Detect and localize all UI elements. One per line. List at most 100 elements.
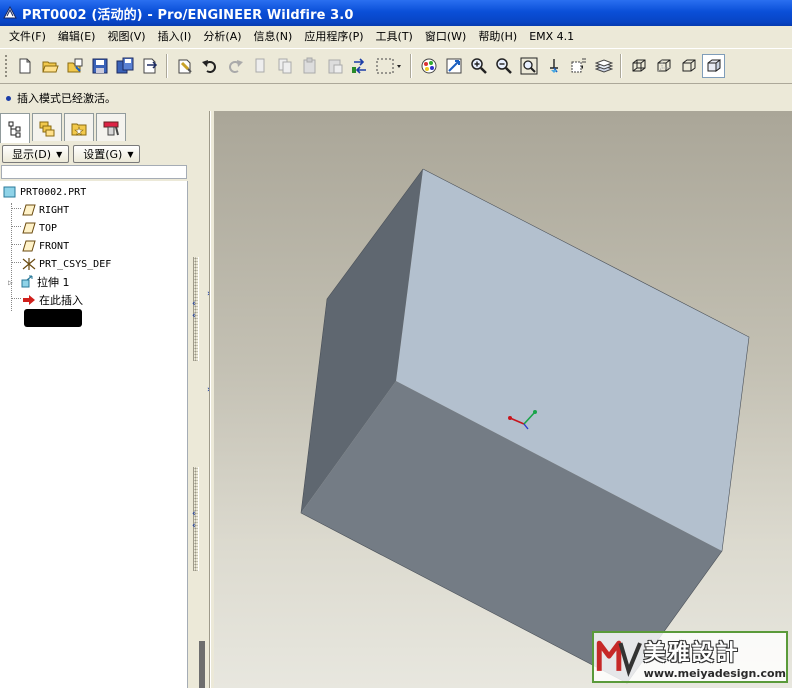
menu-info[interactable]: 信息(N) bbox=[248, 26, 299, 48]
collapse-left-icon[interactable]: ‹ bbox=[192, 299, 196, 309]
menu-edit[interactable]: 编辑(E) bbox=[52, 26, 102, 48]
cut-icon[interactable] bbox=[248, 54, 271, 78]
tree-item-label: 拉伸 1 bbox=[37, 276, 70, 289]
menu-view[interactable]: 视图(V) bbox=[101, 26, 151, 48]
tree-item-label: TOP bbox=[39, 222, 58, 234]
toolbar-grip[interactable] bbox=[4, 54, 8, 78]
connections-icon[interactable] bbox=[96, 113, 126, 141]
csys-icon bbox=[22, 257, 36, 271]
tree-filter-field[interactable] bbox=[1, 165, 187, 179]
save-copy-icon[interactable] bbox=[113, 54, 136, 78]
folder-browser-icon[interactable] bbox=[32, 113, 62, 141]
expand-arrow-icon[interactable]: ▷ bbox=[8, 278, 20, 287]
settings-dropdown[interactable]: 设置(G) ▼ bbox=[73, 145, 141, 163]
splitter-grip[interactable] bbox=[193, 467, 199, 571]
insert-arrow-icon bbox=[22, 293, 36, 307]
tree-item-label: PRT_CSYS_DEF bbox=[39, 258, 112, 270]
tree-item-label: 在此插入 bbox=[39, 294, 83, 307]
extrude-icon bbox=[20, 275, 34, 289]
spin-center-icon[interactable] bbox=[542, 54, 565, 78]
menu-window[interactable]: 窗口(W) bbox=[419, 26, 472, 48]
paste-icon[interactable] bbox=[298, 54, 321, 78]
paste-special-icon[interactable] bbox=[323, 54, 346, 78]
redo-icon[interactable] bbox=[223, 54, 246, 78]
datum-plane-icon bbox=[22, 239, 36, 253]
tree-item-label: RIGHT bbox=[39, 204, 70, 216]
splitter-divider bbox=[209, 111, 211, 688]
tree-item-front[interactable]: FRONT bbox=[22, 237, 69, 255]
redacted-item bbox=[24, 309, 82, 327]
zoom-out-icon[interactable] bbox=[492, 54, 515, 78]
open-folder-icon[interactable] bbox=[63, 54, 86, 78]
app-icon bbox=[3, 5, 17, 19]
show-dropdown[interactable]: 显示(D) ▼ bbox=[2, 145, 70, 163]
collapse-left-icon[interactable]: ‹ bbox=[192, 521, 196, 531]
copy-icon[interactable] bbox=[273, 54, 296, 78]
menu-tools[interactable]: 工具(T) bbox=[370, 26, 419, 48]
splitter-grip[interactable] bbox=[193, 257, 199, 361]
tree-connector bbox=[11, 226, 21, 227]
tree-item-right[interactable]: RIGHT bbox=[22, 201, 69, 219]
datum-plane-icon bbox=[22, 203, 36, 217]
navigator-tabs bbox=[0, 113, 128, 143]
menu-insert[interactable]: 插入(I) bbox=[152, 26, 198, 48]
repaint-icon[interactable] bbox=[348, 54, 371, 78]
graphics-window[interactable] bbox=[214, 111, 792, 688]
model-tree: PRT0002.PRT RIGHT TOP FRONT PRT_CSYS_DEF… bbox=[0, 181, 188, 688]
menu-help[interactable]: 帮助(H) bbox=[472, 26, 523, 48]
no-hidden-icon[interactable] bbox=[677, 54, 700, 78]
tree-item-top[interactable]: TOP bbox=[22, 219, 57, 237]
open-icon[interactable] bbox=[38, 54, 61, 78]
model-tree-icon[interactable] bbox=[0, 113, 30, 143]
menu-file[interactable]: 文件(F) bbox=[3, 26, 52, 48]
tree-connector bbox=[11, 244, 21, 245]
menu-bar: 文件(F) 编辑(E) 视图(V) 插入(I) 分析(A) 信息(N) 应用程序… bbox=[0, 26, 792, 48]
tree-item-root[interactable]: PRT0002.PRT bbox=[3, 183, 86, 201]
toolbar-separator bbox=[410, 54, 412, 78]
zoom-in-icon[interactable] bbox=[467, 54, 490, 78]
tree-connector bbox=[11, 298, 21, 299]
collapse-left-icon[interactable]: ‹ bbox=[192, 311, 196, 321]
tree-connector bbox=[11, 208, 21, 209]
window-title: PRT0002 (活动的) - Pro/ENGINEER Wildfire 3.… bbox=[22, 7, 354, 23]
tree-item-insert-here[interactable]: 在此插入 bbox=[22, 291, 83, 309]
datum-plane-icon bbox=[22, 221, 36, 235]
orient-icon[interactable] bbox=[442, 54, 465, 78]
appearance-icon[interactable] bbox=[417, 54, 440, 78]
toolbar-separator bbox=[620, 54, 622, 78]
favorites-icon[interactable] bbox=[64, 113, 94, 141]
menu-applications[interactable]: 应用程序(P) bbox=[298, 26, 369, 48]
main-toolbar bbox=[0, 48, 792, 84]
layers-icon[interactable] bbox=[592, 54, 615, 78]
refit-icon[interactable] bbox=[517, 54, 540, 78]
message-area: 插入模式已经激活。 bbox=[0, 85, 792, 111]
message-bullet-icon bbox=[6, 95, 11, 101]
wireframe-icon[interactable] bbox=[627, 54, 650, 78]
panel-splitter[interactable]: ‹ ‹ ‹ ‹ › › bbox=[188, 111, 214, 688]
backup-icon[interactable] bbox=[138, 54, 161, 78]
watermark-cn: 美雅設計 bbox=[643, 640, 740, 666]
title-bar[interactable]: PRT0002 (活动的) - Pro/ENGINEER Wildfire 3.… bbox=[0, 0, 792, 26]
part-icon bbox=[3, 185, 17, 199]
menu-analysis[interactable]: 分析(A) bbox=[197, 26, 247, 48]
hidden-line-icon[interactable] bbox=[652, 54, 675, 78]
meiya-logo-icon bbox=[596, 640, 642, 677]
scroll-thumb[interactable] bbox=[199, 641, 205, 688]
view-manager-icon[interactable] bbox=[567, 54, 590, 78]
tree-controls: 显示(D) ▼ 设置(G) ▼ bbox=[0, 143, 188, 165]
tree-connector bbox=[11, 262, 21, 263]
watermark-url: www.meiyadesign.com bbox=[643, 666, 786, 680]
regenerate-icon[interactable] bbox=[173, 54, 196, 78]
collapse-left-icon[interactable]: ‹ bbox=[192, 509, 196, 519]
selection-box-icon[interactable] bbox=[373, 54, 405, 78]
tree-item-extrude[interactable]: ▷ 拉伸 1 bbox=[8, 273, 70, 291]
shading-icon[interactable] bbox=[702, 54, 725, 78]
menu-emx[interactable]: EMX 4.1 bbox=[523, 26, 580, 48]
chevron-down-icon: ▼ bbox=[127, 149, 134, 159]
new-icon[interactable] bbox=[13, 54, 36, 78]
status-message: 插入模式已经激活。 bbox=[17, 92, 116, 105]
undo-icon[interactable] bbox=[198, 54, 221, 78]
save-icon[interactable] bbox=[88, 54, 111, 78]
tree-item-csys[interactable]: PRT_CSYS_DEF bbox=[22, 255, 111, 273]
model-3d-view[interactable] bbox=[214, 111, 792, 688]
